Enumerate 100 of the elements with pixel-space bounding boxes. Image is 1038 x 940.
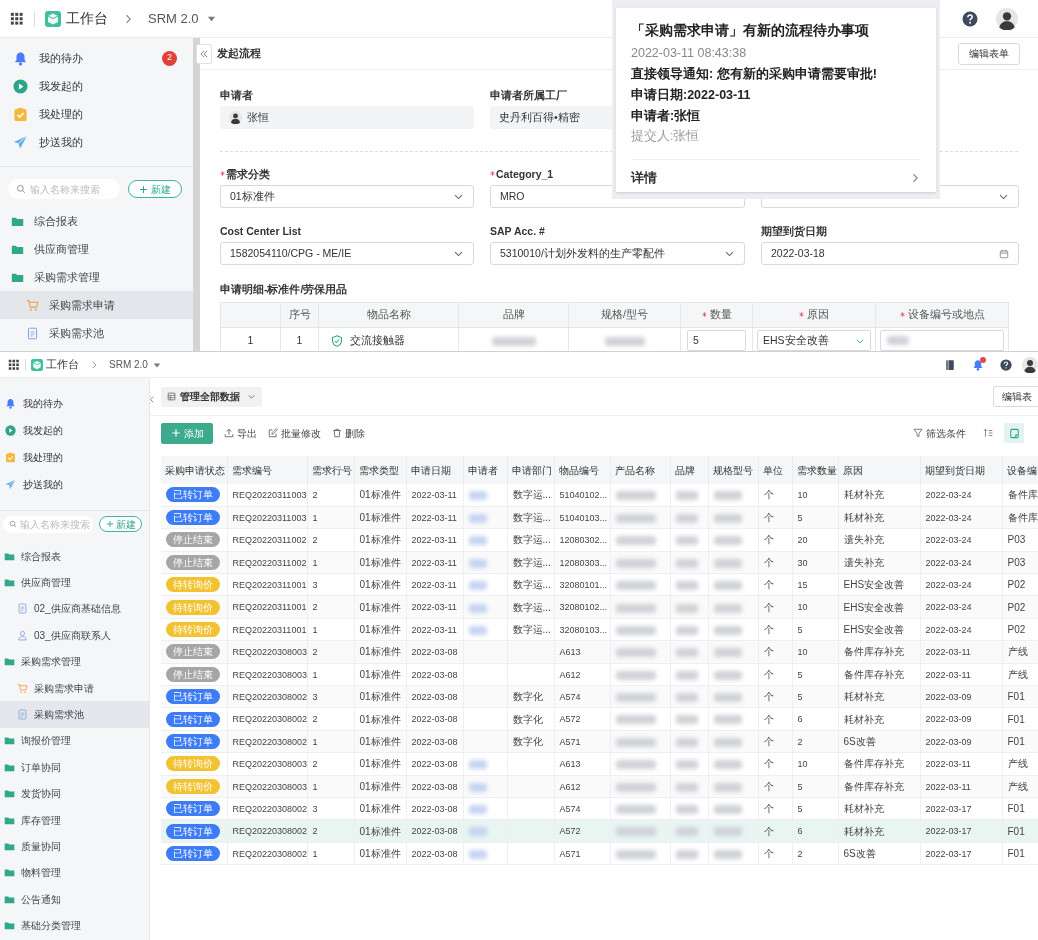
table-cell: REQ20220311001 [232, 580, 306, 590]
table-cell: 01标准件 [359, 668, 401, 680]
table-cell: REQ20220311002 [232, 557, 306, 568]
table-cell: 01标准件 [359, 646, 401, 658]
table-cell-text: 交流接触器 [350, 332, 405, 348]
table-cell: 个 [763, 534, 774, 546]
table-cell: 5 [797, 669, 803, 680]
table-cell: 10 [797, 647, 808, 658]
table-cell: P03 [1007, 534, 1026, 546]
table-cell: 30 [797, 557, 808, 568]
table-cell: 32080103... [559, 624, 608, 635]
table-cell: 备件库存补充 [843, 646, 904, 658]
table-cell: 1 [312, 512, 318, 523]
table-cell: 2022-03-11 [411, 535, 457, 546]
table-cell: 2022-03-24 [925, 512, 972, 523]
column-header: 物品名称 [366, 306, 411, 322]
table-cell: A572 [559, 826, 581, 837]
table-cell: 01标准件 [359, 713, 401, 725]
table-cell: 数字运... [512, 624, 551, 636]
table-cell: 个 [763, 646, 774, 658]
notification-text: 申请者:张恒 [631, 107, 702, 125]
table-cell: 2 [312, 826, 318, 837]
column-header: 设备编号或地点 [907, 306, 985, 322]
table-cell: 2022-03-24 [925, 624, 972, 635]
table-cell: 01标准件 [359, 736, 401, 747]
table-cell: 备件库 [1007, 489, 1037, 501]
table-cell: 51040103... [559, 512, 608, 523]
table-cell: 2022-03-09 [925, 691, 972, 702]
table-cell: 01标准件 [359, 579, 401, 591]
table-cell: 2 [312, 535, 318, 546]
table-cell: A574 [559, 803, 581, 814]
table-cell: 2022-03-08 [411, 848, 458, 859]
table-cell: 2022-03-11 [411, 624, 457, 635]
field-label: Category_1 [496, 167, 554, 183]
table-cell: 2022-03-17 [925, 826, 972, 837]
table-cell: 2 [312, 647, 318, 658]
field-label: Cost Center List [220, 224, 302, 240]
table-cell: 2022-03-11 [925, 647, 971, 658]
status-badge: 待转询价 [166, 622, 220, 638]
table-cell: 备件库存补充 [843, 668, 904, 680]
status-badge: 停止结束 [166, 554, 220, 570]
table-cell: 产线 [1007, 758, 1028, 770]
column-header: 原因 [807, 306, 829, 322]
column-header: 品牌 [674, 464, 695, 476]
table-cell: 1 [312, 848, 318, 859]
table-cell: 01标准件 [359, 534, 401, 546]
column-header: 需求编号 [231, 464, 272, 476]
table-cell: 5 [797, 624, 803, 635]
table-cell: 2 [312, 490, 318, 501]
table-cell: 数字化 [512, 736, 543, 747]
table-cell: 1 [312, 736, 318, 747]
table-cell: 个 [763, 691, 774, 703]
table-cell: P02 [1007, 601, 1026, 613]
column-header: 规格型号 [712, 464, 753, 476]
table-cell: 个 [763, 713, 774, 725]
table-cell: 数字运... [512, 489, 551, 501]
table-cell: 2022-03-08 [411, 803, 458, 814]
table-cell: 2 [797, 848, 803, 859]
table-cell: REQ20220308002 [232, 691, 306, 702]
column-header: 产品名称 [614, 464, 655, 476]
status-badge: 待转询价 [166, 778, 220, 794]
table-cell: 产线 [1007, 668, 1028, 680]
table-cell: 32080102... [559, 602, 608, 613]
count-badge: 2 [162, 50, 177, 66]
column-header: 设备编 [1006, 464, 1037, 476]
table-cell: 耗材补充 [843, 713, 884, 725]
status-badge: 待转询价 [166, 599, 220, 615]
column-header: 申请者 [467, 464, 498, 476]
column-header: 需求类型 [358, 464, 399, 476]
field-label: 申请者 [220, 88, 253, 104]
table-cell: REQ20220308002 [232, 714, 306, 725]
table-cell: REQ20220308003 [232, 759, 306, 770]
table-cell: 耗材补充 [843, 489, 884, 501]
table-cell: REQ20220311003 [232, 512, 306, 523]
table-cell: P02 [1007, 624, 1026, 636]
table-cell: 2022-03-17 [925, 848, 972, 859]
table-cell: 数字运... [512, 579, 551, 591]
table-cell: 2022-03-11 [411, 490, 457, 501]
table-cell: EHS安全改善 [843, 624, 905, 636]
field-label: 需求分类 [226, 167, 270, 183]
table-cell: REQ20220311001 [232, 624, 306, 635]
table-cell: 6S改善 [843, 847, 876, 859]
table-cell: 5 [797, 781, 803, 792]
table-cell: F01 [1007, 847, 1025, 859]
table-cell: 6S改善 [843, 736, 876, 747]
status-badge: 已转订单 [166, 823, 220, 839]
notification-text: 提交人:张恒 [631, 128, 701, 146]
status-badge: 已转订单 [166, 801, 220, 817]
table-cell: 个 [763, 803, 774, 815]
table-cell: 数字化 [512, 691, 543, 703]
table-cell: 1 [312, 669, 318, 680]
table-cell: REQ20220311001 [232, 602, 306, 613]
column-header: 物品编号 [558, 464, 599, 476]
status-badge: 停止结束 [166, 532, 220, 548]
table-cell: 5 [797, 512, 803, 523]
table-cell: 耗材补充 [843, 803, 884, 815]
table-cell: F01 [1007, 691, 1025, 703]
table-cell: 3 [312, 580, 318, 590]
table-cell: F01 [1007, 736, 1025, 747]
table-cell: 6 [797, 714, 803, 725]
